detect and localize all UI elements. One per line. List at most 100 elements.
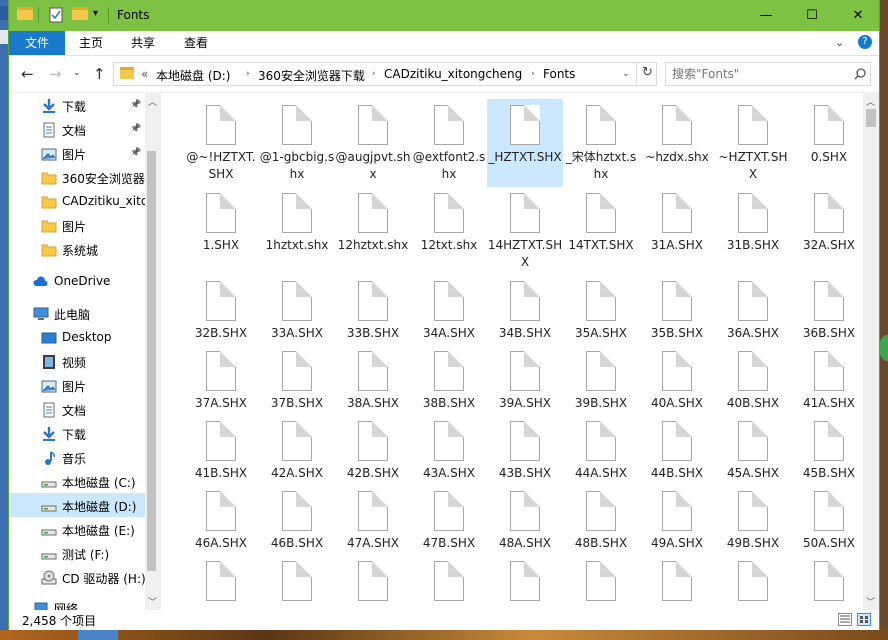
nav-item[interactable]: 图片 bbox=[9, 373, 145, 397]
tab-view[interactable]: 查看 bbox=[174, 31, 218, 55]
file-name: 32B.SHX bbox=[194, 326, 248, 340]
nav-item[interactable]: 下载 bbox=[9, 421, 145, 445]
file-item[interactable]: 31A.SHX bbox=[639, 187, 715, 275]
file-item[interactable]: 14HZTXT.SHX bbox=[487, 187, 563, 275]
search-icon[interactable] bbox=[854, 68, 866, 80]
help-icon[interactable]: ? bbox=[858, 35, 872, 49]
file-icon bbox=[510, 281, 540, 321]
search-box[interactable] bbox=[665, 62, 871, 86]
file-name: 40B.SHX bbox=[726, 396, 780, 410]
breadcrumb-fonts[interactable]: Fonts bbox=[543, 67, 575, 81]
file-item[interactable] bbox=[183, 555, 259, 610]
properties-icon[interactable] bbox=[49, 7, 63, 23]
expand-ribbon-icon[interactable]: ⌄ bbox=[835, 36, 844, 49]
file-name: 44B.SHX bbox=[650, 466, 704, 480]
scroll-down-icon[interactable]: ﹀ bbox=[148, 595, 157, 608]
chevron-right-icon[interactable]: › bbox=[531, 69, 535, 79]
nav-item[interactable]: CD 驱动器 (H:) bbox=[9, 565, 145, 589]
nav-item-label: CADzitiku_xito bbox=[62, 194, 145, 208]
nav-item[interactable]: 文档 📌 bbox=[9, 117, 145, 141]
file-icon bbox=[662, 281, 692, 321]
nav-item[interactable]: OneDrive bbox=[9, 269, 145, 293]
close-button[interactable]: ✕ bbox=[835, 0, 881, 30]
nav-item[interactable]: 网络 bbox=[9, 595, 145, 610]
file-icon bbox=[358, 351, 388, 391]
scroll-thumb[interactable] bbox=[866, 109, 876, 127]
nav-item[interactable]: 测试 (F:) bbox=[9, 541, 145, 565]
nav-item[interactable]: 360安全浏览器 bbox=[9, 165, 145, 189]
file-item[interactable] bbox=[639, 555, 715, 610]
breadcrumb-overflow[interactable]: « bbox=[141, 67, 148, 81]
forward-arrow-icon[interactable]: → bbox=[49, 65, 62, 83]
file-item[interactable] bbox=[791, 555, 863, 610]
nav-item[interactable]: 本地磁盘 (E:) bbox=[9, 517, 145, 541]
title-bar[interactable]: ▾ Fonts — ☐ ✕ bbox=[9, 0, 879, 31]
scroll-down-icon[interactable]: ﹀ bbox=[866, 595, 875, 608]
file-name: 45A.SHX bbox=[727, 466, 779, 480]
tab-file[interactable]: 文件 bbox=[9, 31, 65, 55]
customize-toolbar-icon[interactable]: ▾ bbox=[93, 8, 98, 19]
file-item[interactable] bbox=[335, 555, 411, 610]
drive-icon bbox=[41, 474, 57, 488]
file-item[interactable] bbox=[487, 555, 563, 610]
nav-item[interactable]: 音乐 bbox=[9, 445, 145, 469]
nav-item[interactable]: Desktop bbox=[9, 325, 145, 349]
large-icons-view-icon[interactable] bbox=[857, 613, 871, 626]
chevron-right-icon[interactable]: › bbox=[246, 69, 250, 79]
nav-item[interactable]: 此电脑 bbox=[9, 301, 145, 325]
nav-item[interactable]: CADzitiku_xito bbox=[9, 189, 145, 213]
nav-item[interactable]: 本地磁盘 (C:) bbox=[9, 469, 145, 493]
file-item[interactable] bbox=[411, 555, 487, 610]
file-item[interactable]: @extfont2.shx bbox=[411, 99, 487, 187]
new-folder-icon[interactable] bbox=[72, 7, 88, 23]
content-scrollbar[interactable]: ︿ ﹀ bbox=[863, 93, 879, 610]
file-item[interactable]: 14TXT.SHX bbox=[563, 187, 639, 275]
file-item[interactable]: _宋体hztxt.shx bbox=[563, 99, 639, 187]
tab-share[interactable]: 共享 bbox=[121, 31, 165, 55]
nav-item[interactable]: 视频 bbox=[9, 349, 145, 373]
details-view-icon[interactable] bbox=[838, 613, 852, 626]
maximize-button[interactable]: ☐ bbox=[789, 0, 835, 30]
file-item[interactable] bbox=[715, 555, 791, 610]
file-item[interactable]: 12txt.shx bbox=[411, 187, 487, 275]
nav-item[interactable]: 图片 bbox=[9, 213, 145, 237]
file-item[interactable]: ~HZTXT.SHX bbox=[715, 99, 791, 187]
chevron-right-icon[interactable]: › bbox=[372, 69, 376, 79]
address-dropdown-icon[interactable]: ⌄ bbox=[622, 69, 630, 79]
minimize-button[interactable]: — bbox=[743, 0, 789, 30]
file-item[interactable]: 0.SHX bbox=[791, 99, 863, 187]
tab-home[interactable]: 主页 bbox=[69, 31, 113, 55]
up-arrow-icon[interactable]: ↑ bbox=[93, 65, 106, 83]
nav-item[interactable]: 下载 📌 bbox=[9, 93, 145, 117]
file-item[interactable]: ~hzdx.shx bbox=[639, 99, 715, 187]
file-item[interactable]: 32A.SHX bbox=[791, 187, 863, 275]
back-arrow-icon[interactable]: ← bbox=[21, 65, 34, 83]
file-icon bbox=[510, 351, 540, 391]
breadcrumb-360-download[interactable]: 360安全浏览器下载 bbox=[258, 67, 365, 84]
address-bar[interactable]: « 本地磁盘 (D:) › 360安全浏览器下载 › CADzitiku_xit… bbox=[113, 62, 657, 86]
file-item[interactable]: _HZTXT.SHX bbox=[487, 99, 563, 187]
file-item[interactable]: 1hztxt.shx bbox=[259, 187, 335, 275]
breadcrumb-drive-d[interactable]: 本地磁盘 (D:) bbox=[156, 67, 230, 84]
file-item[interactable]: 31B.SHX bbox=[715, 187, 791, 275]
scroll-up-icon[interactable]: ︿ bbox=[866, 95, 875, 108]
scroll-up-icon[interactable]: ︿ bbox=[148, 95, 157, 108]
refresh-icon[interactable]: ↻ bbox=[642, 65, 653, 80]
file-item[interactable]: 1.SHX bbox=[183, 187, 259, 275]
nav-item[interactable]: 文档 bbox=[9, 397, 145, 421]
file-item[interactable]: @1-gbcbig.shx bbox=[259, 99, 335, 187]
file-item[interactable]: @augjpvt.shx bbox=[335, 99, 411, 187]
nav-item[interactable]: 系统城 bbox=[9, 237, 145, 261]
nav-item[interactable]: 本地磁盘 (D:) bbox=[9, 493, 145, 517]
file-name: 41B.SHX bbox=[194, 466, 248, 480]
recent-locations-icon[interactable]: ⌄ bbox=[73, 68, 81, 78]
search-input[interactable] bbox=[672, 66, 842, 82]
nav-item[interactable]: 图片 📌 bbox=[9, 141, 145, 165]
file-item[interactable]: @~!HZTXT.SHX bbox=[183, 99, 259, 187]
file-item[interactable]: 12hztxt.shx bbox=[335, 187, 411, 275]
file-item[interactable] bbox=[563, 555, 639, 610]
breadcrumb-cadzitiku[interactable]: CADzitiku_xitongcheng bbox=[384, 67, 522, 81]
scroll-thumb[interactable] bbox=[147, 151, 156, 571]
file-item[interactable] bbox=[259, 555, 335, 610]
nav-scrollbar[interactable]: ︿ ﹀ bbox=[145, 93, 161, 610]
